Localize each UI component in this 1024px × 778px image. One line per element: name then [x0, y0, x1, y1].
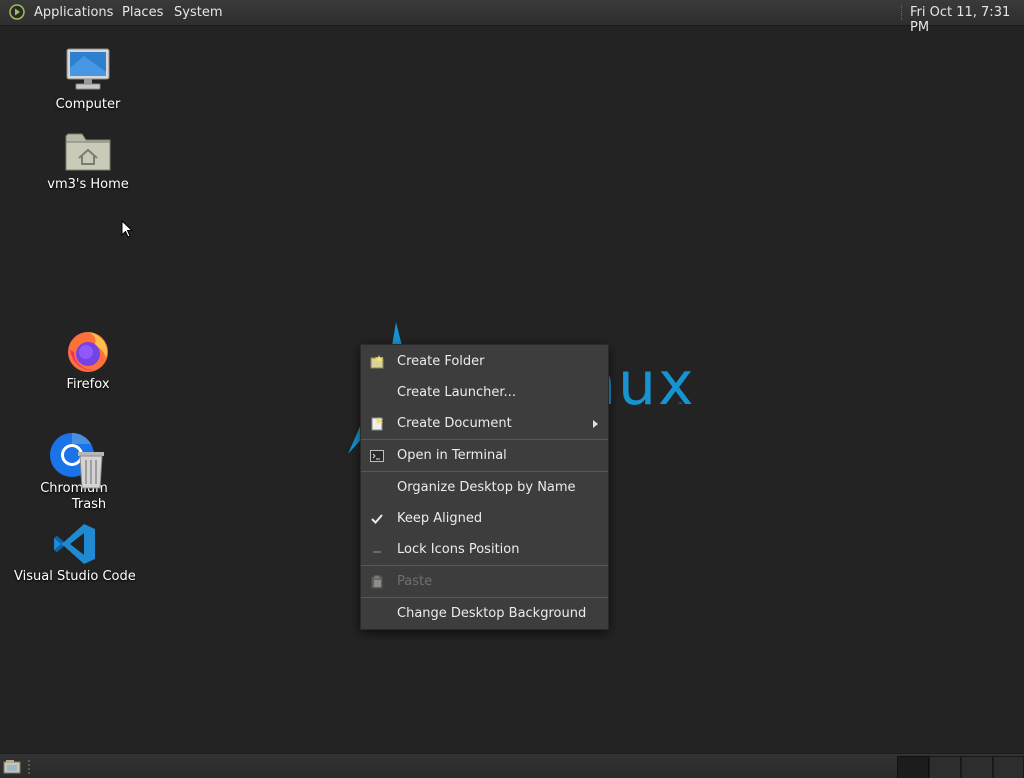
menu-item-label: Create Launcher...	[397, 385, 516, 400]
unchecked-indicator-icon	[373, 551, 381, 553]
menu-item-create-folder[interactable]: Create Folder	[361, 348, 608, 376]
menu-item-label: Create Document	[397, 416, 512, 431]
desktop-icon-trash[interactable]: Trash	[62, 446, 116, 516]
applications-menu[interactable]: Applications	[34, 5, 113, 20]
desktop-icon-label: Trash	[71, 497, 107, 512]
menu-item-label: Change Desktop Background	[397, 606, 587, 621]
menu-item-paste: Paste	[361, 568, 608, 596]
desktop-screen[interactable]: Applications Places System Fri Oct 11, 7…	[0, 0, 1024, 778]
menu-item-open-terminal[interactable]: Open in Terminal	[361, 442, 608, 470]
menu-item-create-launcher[interactable]: Create Launcher...	[361, 379, 608, 407]
panel-separator	[901, 5, 904, 20]
app-menu-icon[interactable]	[9, 4, 25, 20]
menu-item-create-document[interactable]: Create Document	[361, 410, 608, 438]
menu-item-organize-desktop[interactable]: Organize Desktop by Name	[361, 474, 608, 502]
desktop-icon-home[interactable]: vm3's Home	[44, 126, 132, 198]
menu-item-label: Organize Desktop by Name	[397, 480, 576, 495]
menu-separator	[361, 597, 608, 598]
desktop-icon-vscode[interactable]: Visual Studio Code	[14, 518, 136, 590]
system-menu[interactable]: System	[174, 5, 222, 20]
show-desktop-icon[interactable]	[3, 759, 21, 774]
new-folder-icon	[370, 355, 384, 369]
menu-item-label: Keep Aligned	[397, 511, 483, 526]
workspace-2[interactable]	[929, 756, 961, 778]
desktop-icon-computer[interactable]: Computer	[48, 44, 128, 116]
places-menu[interactable]: Places	[122, 5, 163, 20]
new-document-icon	[371, 417, 383, 431]
workspace-4[interactable]	[993, 756, 1024, 778]
mouse-cursor-icon	[121, 220, 133, 238]
menu-item-label: Paste	[397, 574, 433, 589]
desktop-icon-label: Firefox	[66, 377, 110, 392]
menu-item-label: Lock Icons Position	[397, 542, 520, 557]
wallpaper-logo-tm: ™	[677, 402, 683, 409]
desktop-icon-label: Visual Studio Code	[14, 569, 136, 584]
paste-icon	[371, 575, 383, 589]
desktop-icon-label: vm3's Home	[47, 177, 129, 192]
menu-item-change-background[interactable]: Change Desktop Background	[361, 600, 608, 628]
terminal-icon	[370, 450, 384, 462]
home-folder-icon	[65, 133, 111, 171]
trash-icon	[78, 452, 104, 489]
desktop-icon-firefox[interactable]: Firefox	[48, 324, 128, 396]
computer-icon	[66, 48, 110, 90]
workspace-3[interactable]	[961, 756, 993, 778]
vscode-icon	[54, 524, 95, 564]
menu-item-label: Create Folder	[397, 354, 485, 369]
menu-separator	[361, 471, 608, 472]
menu-item-lock-icons[interactable]: Lock Icons Position	[361, 536, 608, 564]
bottom-panel	[0, 753, 1024, 778]
menu-separator	[361, 565, 608, 566]
menu-item-label: Open in Terminal	[397, 448, 507, 463]
clock[interactable]: Fri Oct 11, 7:31 PM	[910, 5, 1024, 35]
workspace-1[interactable]	[897, 756, 929, 778]
submenu-arrow-icon	[593, 420, 598, 428]
top-panel: Applications Places System Fri Oct 11, 7…	[0, 0, 1024, 35]
desktop-context-menu: Create Folder Create Launcher... Create …	[360, 344, 609, 630]
firefox-icon	[68, 332, 108, 372]
menu-item-keep-aligned[interactable]: Keep Aligned	[361, 505, 608, 533]
checkmark-icon	[371, 514, 383, 524]
desktop-icon-label: Computer	[55, 97, 121, 112]
menu-separator	[361, 439, 608, 440]
panel-handle[interactable]	[28, 760, 33, 774]
